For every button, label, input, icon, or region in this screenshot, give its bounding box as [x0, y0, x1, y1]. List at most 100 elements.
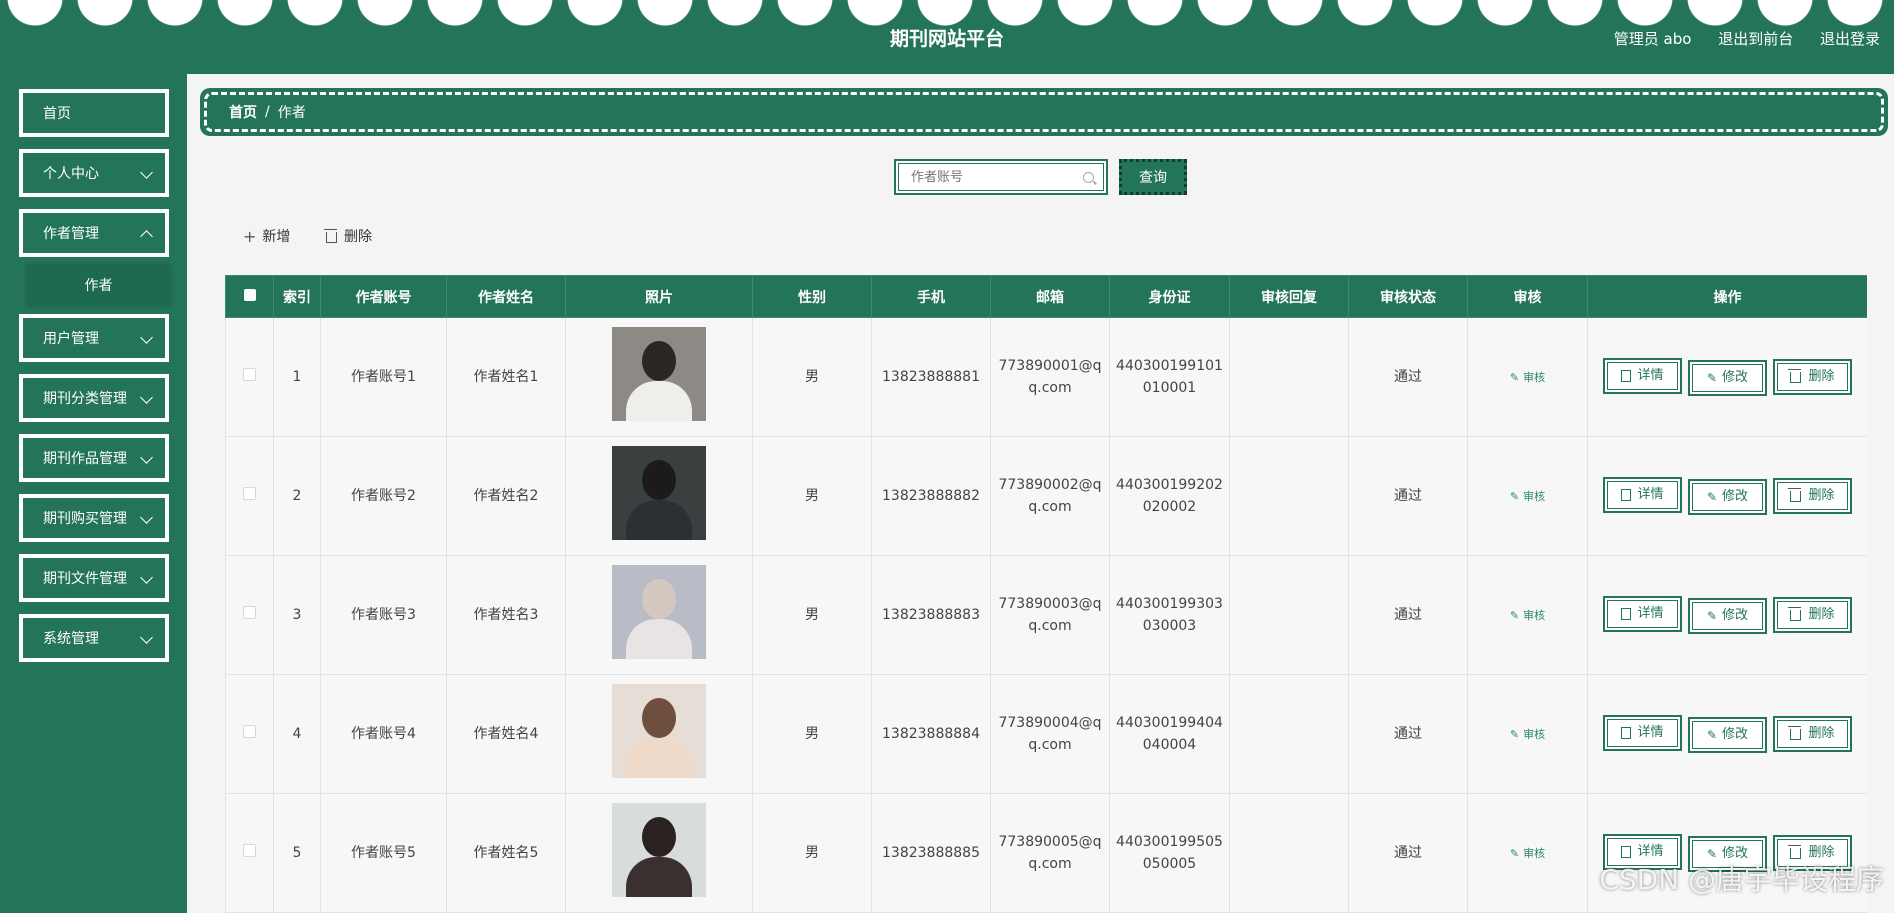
- row-checkbox-cell: [225, 317, 274, 437]
- edit-pen-icon: ✎: [1509, 370, 1520, 384]
- sidebar-item-journal-works[interactable]: 期刊作品管理: [19, 434, 169, 482]
- sidebar-item-user-management[interactable]: 用户管理: [19, 314, 169, 362]
- cell-index: 4: [273, 674, 321, 794]
- chevron-down-icon: [140, 571, 153, 584]
- sidebar-item-journal-purchase[interactable]: 期刊购买管理: [19, 494, 169, 542]
- trash-icon: [324, 228, 337, 243]
- exit-to-front-link[interactable]: 退出到前台: [1718, 30, 1793, 48]
- edit-button[interactable]: ✎ 修改: [1688, 360, 1767, 396]
- cell-operations: 详情 ✎ 修改 删除: [1587, 317, 1867, 437]
- edit-pen-icon: ✎: [1706, 371, 1718, 385]
- breadcrumb-separator: /: [265, 104, 270, 120]
- author-photo: [612, 683, 706, 778]
- cell-account: 作者账号5: [320, 793, 447, 913]
- cell-phone: 13823888882: [871, 436, 991, 556]
- row-checkbox[interactable]: [243, 487, 256, 500]
- delete-button[interactable]: 删除: [1773, 358, 1852, 395]
- cell-audit-status: 通过: [1348, 555, 1468, 675]
- cell-photo: [565, 674, 753, 794]
- sidebar-item-author-management[interactable]: 作者管理: [19, 209, 169, 257]
- sidebar-item-label: 首页: [43, 106, 71, 122]
- cell-gender: 男: [752, 317, 872, 437]
- admin-label: 管理员 abo: [1613, 30, 1692, 48]
- row-checkbox-cell: [225, 436, 274, 556]
- detail-button[interactable]: 详情: [1603, 358, 1682, 394]
- audit-link[interactable]: ✎ 审核: [1510, 728, 1545, 741]
- cell-phone: 13823888883: [871, 555, 991, 675]
- detail-label: 详情: [1637, 487, 1664, 502]
- table-row: 1 作者账号1 作者姓名1 男 13823888881 773890001@qq.com 4…: [225, 317, 1867, 437]
- column-header: 手机: [871, 275, 991, 318]
- audit-label: 审核: [1523, 489, 1546, 503]
- chevron-down-icon: [140, 631, 153, 644]
- cell-index: 5: [273, 793, 321, 913]
- cell-operations: 详情 ✎ 修改 删除: [1587, 436, 1867, 556]
- chevron-down-icon: [140, 166, 153, 179]
- cell-account: 作者账号2: [320, 436, 447, 556]
- audit-link[interactable]: ✎ 审核: [1510, 371, 1545, 384]
- cell-account: 作者账号4: [320, 674, 447, 794]
- breadcrumb-home[interactable]: 首页: [229, 102, 257, 122]
- add-button[interactable]: + 新增: [243, 226, 290, 246]
- author-photo: [612, 802, 706, 897]
- detail-button[interactable]: 详情: [1603, 596, 1682, 632]
- cell-name: 作者姓名1: [446, 317, 566, 437]
- submenu-item-author[interactable]: 作者: [27, 265, 170, 305]
- document-icon: [1621, 370, 1632, 382]
- cell-audit: ✎ 审核: [1467, 555, 1588, 675]
- header-user-area: 管理员 abo 退出到前台 退出登录: [1592, 28, 1880, 49]
- sidebar-item-system-management[interactable]: 系统管理: [19, 614, 169, 662]
- sidebar-item-journal-category[interactable]: 期刊分类管理: [19, 374, 169, 422]
- plus-icon: +: [243, 226, 257, 246]
- audit-link[interactable]: ✎ 审核: [1510, 609, 1545, 622]
- cell-index: 2: [273, 436, 321, 556]
- edit-button[interactable]: ✎ 修改: [1688, 598, 1767, 634]
- sidebar-item-label: 作者管理: [43, 226, 99, 242]
- cell-account: 作者账号1: [320, 317, 447, 437]
- edit-button[interactable]: ✎ 修改: [1688, 479, 1767, 515]
- breadcrumb: 首页 / 作者: [200, 88, 1888, 136]
- cell-audit-reply: [1229, 674, 1349, 794]
- delete-button[interactable]: 删除: [1773, 477, 1852, 514]
- search-input[interactable]: [898, 163, 1104, 191]
- row-checkbox-cell: [225, 674, 274, 794]
- delete-button[interactable]: 删除: [1773, 596, 1852, 633]
- row-checkbox[interactable]: [243, 368, 256, 381]
- cell-audit-status: 通过: [1348, 436, 1468, 556]
- row-checkbox[interactable]: [243, 844, 256, 857]
- cell-id-card: 440300199101010001: [1109, 317, 1230, 437]
- sidebar-item-home[interactable]: 首页: [19, 89, 169, 137]
- chevron-up-icon: [140, 230, 153, 243]
- batch-delete-button[interactable]: 删除: [324, 226, 372, 246]
- sidebar-item-label: 期刊分类管理: [43, 391, 127, 407]
- query-button[interactable]: 查询: [1119, 159, 1187, 195]
- row-checkbox[interactable]: [243, 606, 256, 619]
- logout-link[interactable]: 退出登录: [1820, 30, 1880, 48]
- edit-label: 修改: [1722, 489, 1749, 504]
- author-photo: [612, 326, 706, 421]
- row-checkbox[interactable]: [243, 725, 256, 738]
- document-icon: [1621, 846, 1632, 858]
- audit-link[interactable]: ✎ 审核: [1510, 847, 1545, 860]
- detail-button[interactable]: 详情: [1603, 477, 1682, 513]
- edit-pen-icon: ✎: [1509, 489, 1520, 503]
- cell-photo: [565, 555, 753, 675]
- watermark: CSDN @唐宇毕设程序: [1599, 863, 1884, 896]
- edit-pen-icon: ✎: [1509, 608, 1520, 622]
- row-checkbox-cell: [225, 793, 274, 913]
- sidebar-item-personal-center[interactable]: 个人中心: [19, 149, 169, 197]
- audit-link[interactable]: ✎ 审核: [1510, 490, 1545, 503]
- cell-operations: 详情 ✎ 修改 删除: [1587, 555, 1867, 675]
- delete-button[interactable]: 删除: [1773, 715, 1852, 752]
- edit-label: 修改: [1722, 608, 1749, 623]
- detail-button[interactable]: 详情: [1603, 715, 1682, 751]
- delete-label: 删除: [344, 229, 372, 245]
- cell-audit-reply: [1229, 793, 1349, 913]
- sidebar-item-journal-files[interactable]: 期刊文件管理: [19, 554, 169, 602]
- edit-button[interactable]: ✎ 修改: [1688, 717, 1767, 753]
- author-photo: [612, 564, 706, 659]
- search-box: [894, 159, 1108, 195]
- column-header: 性别: [752, 275, 872, 318]
- select-all-checkbox[interactable]: [225, 275, 274, 318]
- breadcrumb-current: 作者: [277, 105, 306, 121]
